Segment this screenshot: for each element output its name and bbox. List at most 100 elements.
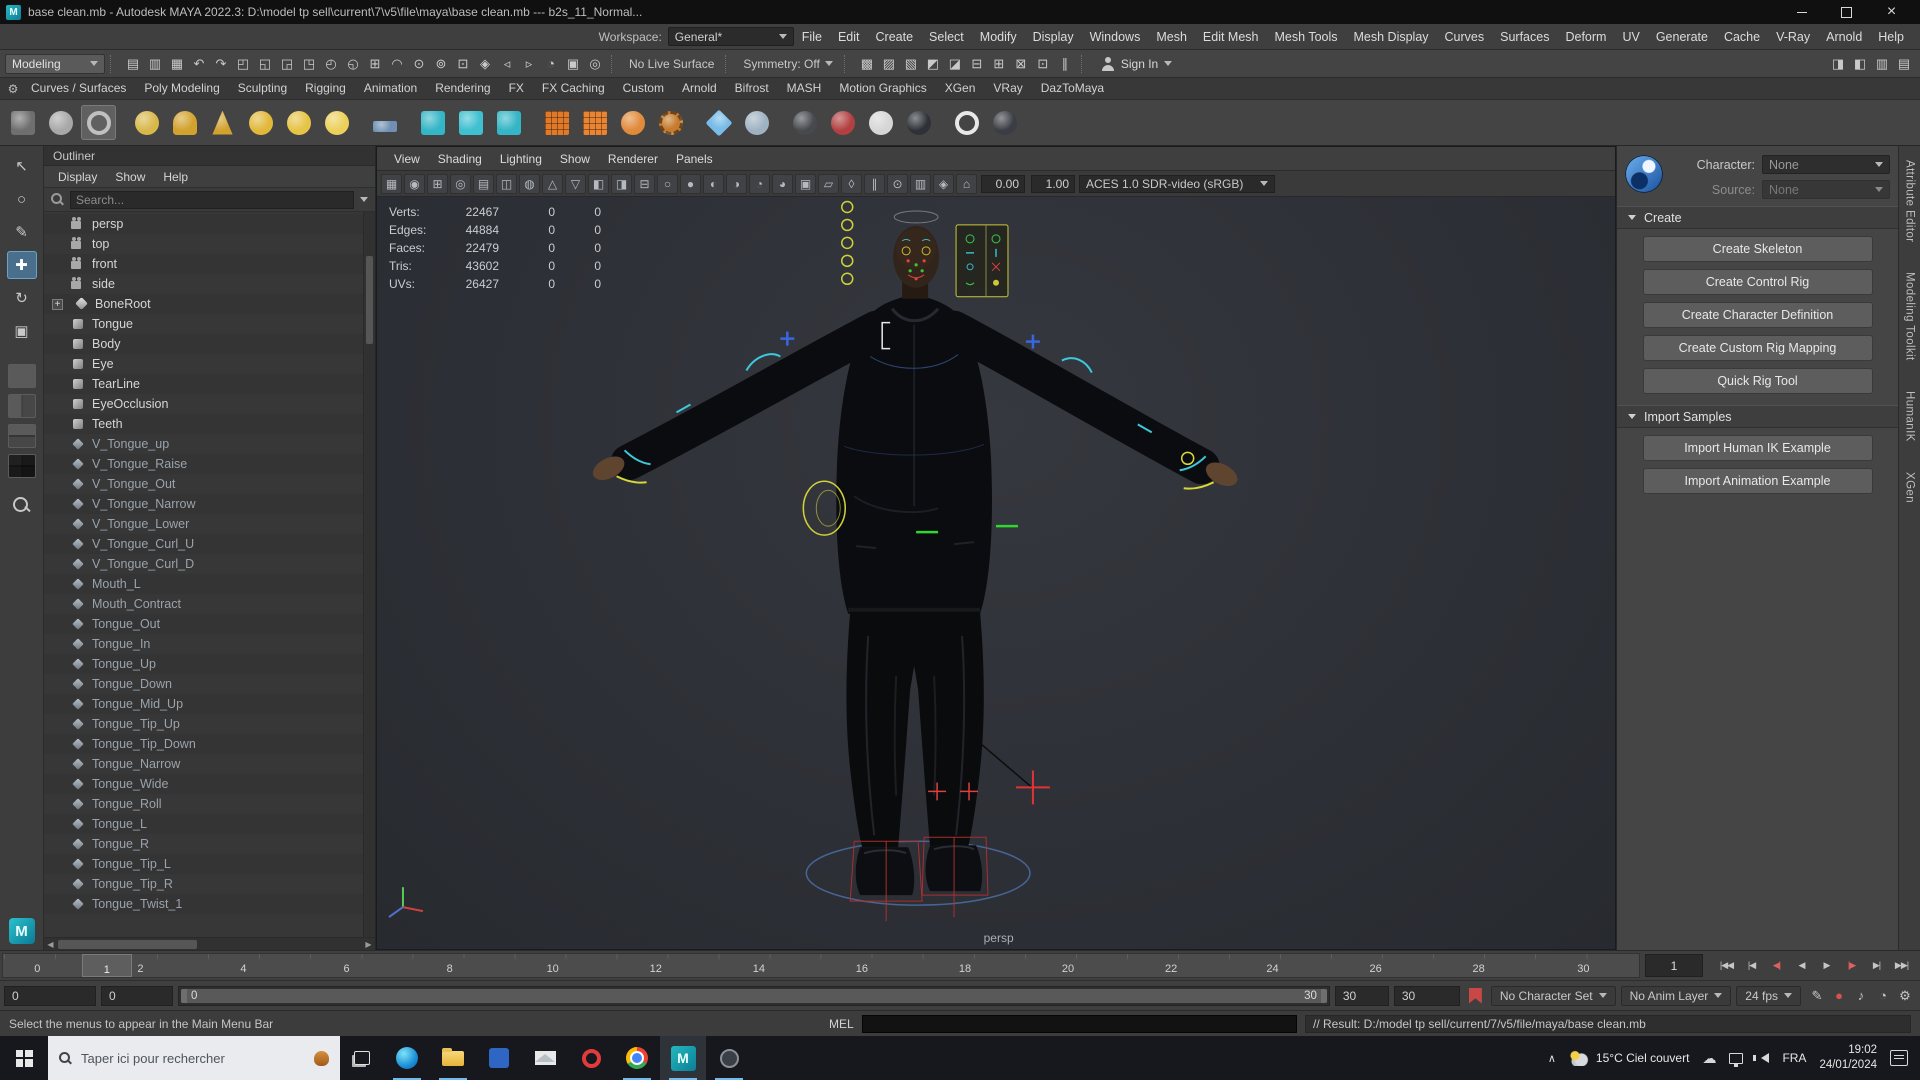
menu-item[interactable]: Mesh Display xyxy=(1346,24,1437,49)
shelf-tool-icon[interactable] xyxy=(453,105,488,140)
gamma-field[interactable]: 1.00 xyxy=(1031,174,1075,193)
outliner-item[interactable]: V_Tongue_Out xyxy=(44,474,375,494)
outliner-item[interactable]: Tongue_Narrow xyxy=(44,754,375,774)
menu-item[interactable]: Windows xyxy=(1082,24,1149,49)
outliner-item[interactable]: Teeth xyxy=(44,414,375,434)
shelf-gear-icon[interactable]: ⚙ xyxy=(4,80,22,98)
input-connections-icon[interactable]: ◃ xyxy=(496,53,518,75)
viewport-menu-item[interactable]: Lighting xyxy=(491,152,551,166)
viewport-camera-icon[interactable]: ▦ xyxy=(381,173,402,194)
highlight-selection-icon[interactable]: ◎ xyxy=(584,53,606,75)
taskbar-app-opera[interactable] xyxy=(568,1036,614,1080)
viewport-pause-icon[interactable]: ∥ xyxy=(864,173,885,194)
layout-two-pane-icon[interactable] xyxy=(7,394,36,418)
outliner-item[interactable]: persp xyxy=(44,214,375,234)
viewport-menu-item[interactable]: Panels xyxy=(667,152,722,166)
output-connections-icon[interactable]: ▹ xyxy=(518,53,540,75)
viewport-select-icon[interactable]: ◉ xyxy=(404,173,425,194)
outliner-item[interactable]: Tongue_L xyxy=(44,814,375,834)
toggle-channel-box-icon[interactable]: ▥ xyxy=(1871,53,1893,75)
select-object-icon[interactable]: ◱ xyxy=(254,53,276,75)
outliner-item[interactable]: V_Tongue_Narrow xyxy=(44,494,375,514)
viewport-fog-icon[interactable]: ◐ xyxy=(703,173,724,194)
task-view-button[interactable] xyxy=(340,1036,384,1080)
redo-icon[interactable]: ↷ xyxy=(210,53,232,75)
menu-item[interactable]: Mesh xyxy=(1148,24,1195,49)
taskbar-app-recorder[interactable] xyxy=(706,1036,752,1080)
toolkit-uv-icon[interactable]: ⊠ xyxy=(1010,53,1032,75)
language-indicator[interactable]: FRA xyxy=(1782,1051,1806,1065)
outliner-item[interactable]: V_Tongue_Raise xyxy=(44,454,375,474)
step-forward-frame-button[interactable]: ▶| xyxy=(1865,955,1888,977)
menu-item[interactable]: Select xyxy=(921,24,972,49)
snap-to-view-plane-icon[interactable]: ⊡ xyxy=(452,53,474,75)
shelf-tab[interactable]: Motion Graphics xyxy=(830,78,935,99)
zoom-tool-icon[interactable] xyxy=(11,495,33,517)
select-mask-edge-icon[interactable]: ◴ xyxy=(320,53,342,75)
minimize-button[interactable] xyxy=(1779,0,1824,24)
toolkit-surface-icon[interactable]: ⊞ xyxy=(988,53,1010,75)
outliner-item[interactable]: Tongue_Tip_R xyxy=(44,874,375,894)
fps-select[interactable]: 24 fps xyxy=(1736,985,1801,1006)
animation-preferences-icon[interactable]: ⚙ xyxy=(1894,985,1916,1007)
menu-item[interactable]: Help xyxy=(1870,24,1912,49)
scale-tool-icon[interactable]: ▣ xyxy=(7,317,37,345)
outliner-item[interactable]: Tongue_Roll xyxy=(44,794,375,814)
taskbar-app-edge[interactable] xyxy=(384,1036,430,1080)
viewport-gateview-icon[interactable]: ◍ xyxy=(519,173,540,194)
shelf-tool-icon[interactable] xyxy=(577,105,612,140)
scroll-left-icon[interactable]: ◀ xyxy=(44,938,57,951)
shelf-tab[interactable]: Arnold xyxy=(673,78,726,99)
shelf-tool-icon[interactable] xyxy=(5,105,40,140)
outliner-item[interactable]: V_Tongue_Curl_U xyxy=(44,534,375,554)
outliner-horizontal-scrollbar[interactable]: ◀ ▶ xyxy=(44,937,375,950)
shelf-tab[interactable]: Sculpting xyxy=(229,78,296,99)
shelf-tab[interactable]: Poly Modeling xyxy=(135,78,228,99)
shelf-tab[interactable]: Bifrost xyxy=(726,78,778,99)
outliner-item[interactable]: Tongue_Wide xyxy=(44,774,375,794)
menu-set-select[interactable]: Modeling xyxy=(5,53,105,74)
go-to-end-button[interactable]: ▶▶| xyxy=(1890,955,1913,977)
notification-center-icon[interactable] xyxy=(1890,1050,1908,1066)
viewport-lights-icon[interactable]: ◨ xyxy=(611,173,632,194)
playback-start-field[interactable]: 0 xyxy=(101,985,173,1006)
shelf-tool-icon[interactable] xyxy=(205,105,240,140)
play-forwards-button[interactable]: ▶ xyxy=(1815,955,1838,977)
step-back-frame-button[interactable]: |◀ xyxy=(1740,955,1763,977)
range-slider-bar[interactable]: 0 30 xyxy=(181,988,1327,1003)
outliner-item[interactable]: Mouth_Contract xyxy=(44,594,375,614)
viewport-motionblur-icon[interactable]: ◔ xyxy=(749,173,770,194)
shelf-tab[interactable]: XGen xyxy=(936,78,985,99)
outliner-item[interactable]: Tongue_Tip_L xyxy=(44,854,375,874)
shelf-tab[interactable]: Animation xyxy=(355,78,426,99)
shelf-tool-icon[interactable] xyxy=(319,105,354,140)
viewport-renderer-icon[interactable]: ▣ xyxy=(562,53,584,75)
outliner-item[interactable]: V_Tongue_up xyxy=(44,434,375,454)
outliner-item[interactable]: BoneRoot xyxy=(44,294,375,314)
select-mask-vertex-icon[interactable]: ◳ xyxy=(298,53,320,75)
outliner-item[interactable]: top xyxy=(44,234,375,254)
shelf-tool-icon[interactable] xyxy=(825,105,860,140)
animation-start-field[interactable]: 0 xyxy=(4,985,96,1006)
viewport-textured-icon[interactable]: ◧ xyxy=(588,173,609,194)
move-tool-icon[interactable]: ✚ xyxy=(6,251,37,279)
make-live-icon[interactable]: ◈ xyxy=(474,53,496,75)
command-input[interactable] xyxy=(861,1014,1297,1033)
humanik-import-button[interactable]: Import Human IK Example xyxy=(1642,435,1873,461)
shelf-tab[interactable]: Curves / Surfaces xyxy=(22,78,135,99)
step-forward-key-button[interactable]: |▶ xyxy=(1840,955,1863,977)
shelf-tool-icon[interactable] xyxy=(863,105,898,140)
menu-item[interactable]: UV xyxy=(1614,24,1647,49)
outliner-item[interactable]: Tongue_Mid_Up xyxy=(44,694,375,714)
menu-item[interactable]: Edit xyxy=(830,24,868,49)
menu-item[interactable]: Curves xyxy=(1437,24,1493,49)
shelf-tool-icon[interactable] xyxy=(167,105,202,140)
shelf-tab[interactable]: Custom xyxy=(614,78,673,99)
viewport-plane-icon[interactable]: ▥ xyxy=(910,173,931,194)
current-frame-marker[interactable]: 1 xyxy=(81,954,133,977)
shelf-tool-icon[interactable] xyxy=(415,105,450,140)
shelf-tab[interactable]: DazToMaya xyxy=(1032,78,1113,99)
shelf-tool-icon[interactable] xyxy=(243,105,278,140)
outliner-item[interactable]: Body xyxy=(44,334,375,354)
outliner-menu-item[interactable]: Help xyxy=(154,170,197,184)
